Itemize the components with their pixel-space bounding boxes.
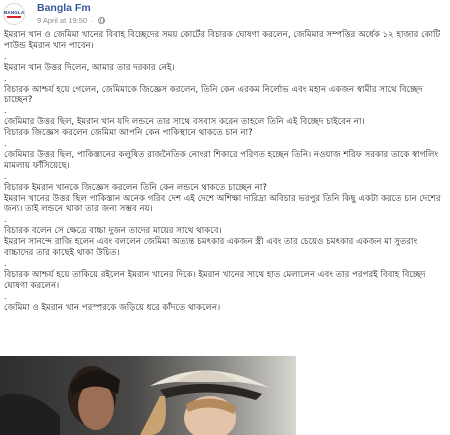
post-paragraph: ইমরান খান ও জেমিমা খানের বিবাহ বিচ্ছেদের… bbox=[4, 30, 441, 51]
post-header: BANGLA Bangla Fm 9 April at 19:50 · bbox=[0, 0, 450, 30]
post-paragraph: জেমিমার উত্তর ছিল, পাকিস্তানের কলুষিত রা… bbox=[4, 149, 439, 171]
meta-dot: · bbox=[91, 16, 94, 25]
paragraph-separator: . bbox=[4, 51, 7, 61]
post-paragraph: ইমরান খান উত্তর দিলেন, আমার তার দরকার নে… bbox=[4, 62, 175, 73]
photo-image bbox=[0, 356, 296, 435]
post-paragraph: বিচারক বলেন সে ক্ষেত্রে বাচ্চা দুজন তাদে… bbox=[4, 226, 418, 259]
paragraph-separator: . bbox=[4, 258, 7, 268]
globe-icon[interactable] bbox=[97, 17, 105, 24]
post-meta: 9 April at 19:50 · bbox=[37, 16, 105, 25]
paragraph-separator: . bbox=[4, 171, 7, 181]
paragraph-separator: . bbox=[4, 215, 7, 225]
paragraph-separator: . bbox=[4, 291, 7, 301]
avatar-logo-bar bbox=[7, 16, 21, 18]
post-body: ইমরান খান ও জেমিমা খানের বিবাহ বিচ্ছেদের… bbox=[4, 30, 444, 313]
post-photo[interactable] bbox=[0, 356, 296, 435]
facebook-post: BANGLA Bangla Fm 9 April at 19:50 · ইমরা… bbox=[0, 0, 450, 435]
paragraph-separator: . bbox=[4, 106, 7, 116]
post-paragraph: বিচারক আশ্চর্য হয়ে তাকিয়ে রইলেন ইমরান … bbox=[4, 269, 426, 291]
paragraph-separator: . bbox=[4, 139, 7, 149]
avatar-logo-text: BANGLA bbox=[4, 10, 25, 15]
page-name-link[interactable]: Bangla Fm bbox=[37, 2, 91, 14]
post-paragraph: জেমিমা ও ইমরান খান পরস্পরকে জড়িয়ে ধরে … bbox=[4, 302, 221, 313]
page-avatar[interactable]: BANGLA bbox=[3, 3, 25, 25]
post-paragraph: বিচারক ইমরান খানকে জিজ্ঞেস করলেন তিনি কে… bbox=[4, 182, 441, 215]
post-timestamp[interactable]: 9 April at 19:50 bbox=[37, 16, 87, 25]
post-paragraph: বিচারক আশ্চর্য হয়ে গেলেন, জেমিমাকে জিজ্… bbox=[4, 84, 423, 106]
paragraph-separator: . bbox=[4, 73, 7, 83]
post-paragraph: জেমিমার উত্তর ছিল, ইমরান খান যদি লন্ডনে … bbox=[4, 117, 365, 139]
